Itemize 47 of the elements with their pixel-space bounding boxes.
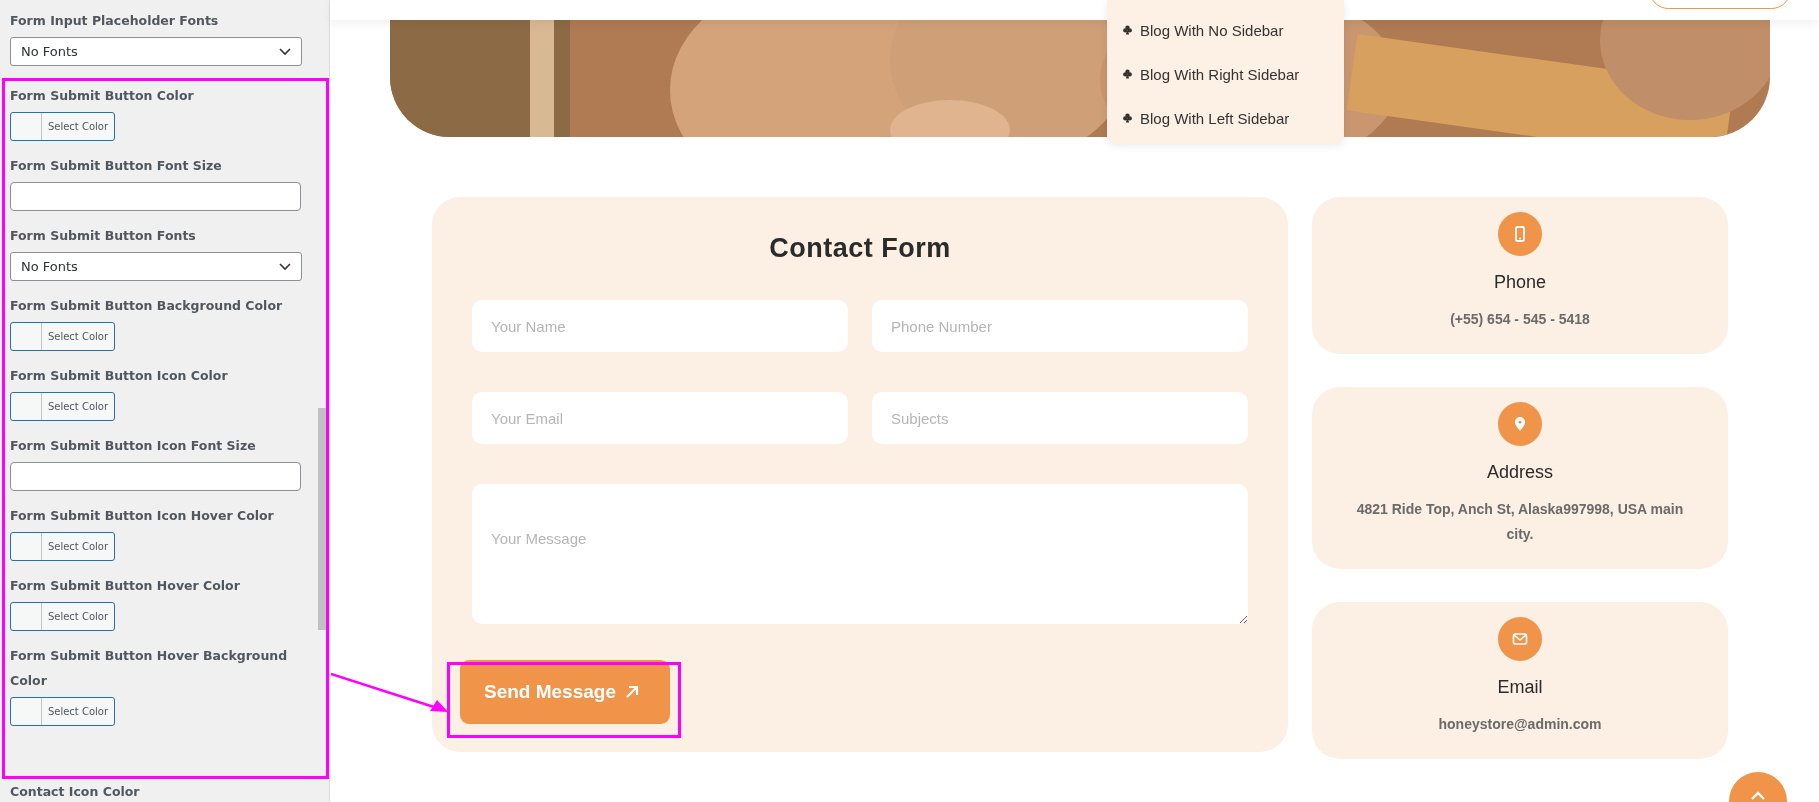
menu-item[interactable]: Blog With Left Sidebar bbox=[1107, 96, 1344, 140]
setting-label: Form Submit Button Background Color bbox=[10, 297, 283, 315]
setting-label: Form Submit Button Fonts bbox=[10, 227, 196, 245]
setting-label: Form Submit Button Hover Color bbox=[10, 577, 240, 595]
card-title: Phone bbox=[1493, 272, 1547, 293]
setting-label: Form Submit Button Icon Color bbox=[10, 367, 228, 385]
input-field[interactable]: Subjects bbox=[872, 392, 1248, 444]
phone-icon bbox=[1513, 226, 1527, 242]
chevron-up-icon bbox=[1750, 790, 1766, 800]
envelope-icon bbox=[1512, 632, 1528, 646]
card-text: (+55) 654 - 545 - 5418 bbox=[1450, 310, 1590, 329]
input-field[interactable]: Your Name bbox=[472, 300, 848, 352]
club-icon bbox=[1123, 113, 1132, 123]
setting-label: Form Submit Button Icon Font Size bbox=[10, 437, 256, 455]
select-color-button[interactable]: Select Color bbox=[10, 532, 115, 561]
chevron-down-icon bbox=[279, 47, 291, 56]
select-color-button[interactable]: Select Color bbox=[10, 602, 115, 631]
setting-label: Form Input Placeholder Fonts bbox=[10, 12, 219, 30]
setting-label: Form Submit Button Hover Background Color bbox=[10, 647, 289, 690]
select-color-button[interactable]: Select Color bbox=[10, 697, 115, 726]
setting-label: Form Submit Button Font Size bbox=[10, 157, 222, 175]
text-input[interactable] bbox=[10, 462, 301, 491]
input-field[interactable]: Phone Number bbox=[872, 300, 1248, 352]
select-color-button[interactable]: Select Color bbox=[10, 112, 115, 141]
select-color-button[interactable]: Select Color bbox=[10, 392, 115, 421]
form-title: Contact Form bbox=[768, 233, 952, 264]
font-select[interactable]: No Fonts bbox=[10, 37, 302, 66]
setting-label: Form Submit Button Icon Hover Color bbox=[10, 507, 274, 525]
select-color-button[interactable]: Select Color bbox=[10, 322, 115, 351]
input-field[interactable]: Your Email bbox=[472, 392, 848, 444]
text-input[interactable] bbox=[10, 182, 301, 211]
menu-item[interactable]: Blog With Right Sidebar bbox=[1107, 52, 1344, 96]
club-icon bbox=[1123, 25, 1132, 35]
message-field[interactable]: Your Message bbox=[472, 484, 1248, 624]
scrollbar-thumb[interactable] bbox=[318, 408, 326, 630]
card-text: honeystore@admin.com bbox=[1438, 715, 1602, 734]
card-text: 4821 Ride Top, Anch St, Alaska997998, USA main city. bbox=[1355, 500, 1685, 544]
club-icon bbox=[1123, 69, 1132, 79]
card-title: Address bbox=[1486, 462, 1553, 483]
location-pin-icon bbox=[1513, 416, 1527, 432]
menu-item[interactable]: Blog With No Sidebar bbox=[1107, 8, 1344, 52]
card-title: Email bbox=[1497, 677, 1543, 698]
setting-label: Form Submit Button Color bbox=[10, 87, 194, 105]
font-select[interactable]: No Fonts bbox=[10, 252, 302, 281]
chevron-down-icon bbox=[279, 262, 291, 271]
setting-label: Contact Icon Color bbox=[10, 783, 140, 801]
arrow-up-right-icon bbox=[624, 684, 640, 700]
